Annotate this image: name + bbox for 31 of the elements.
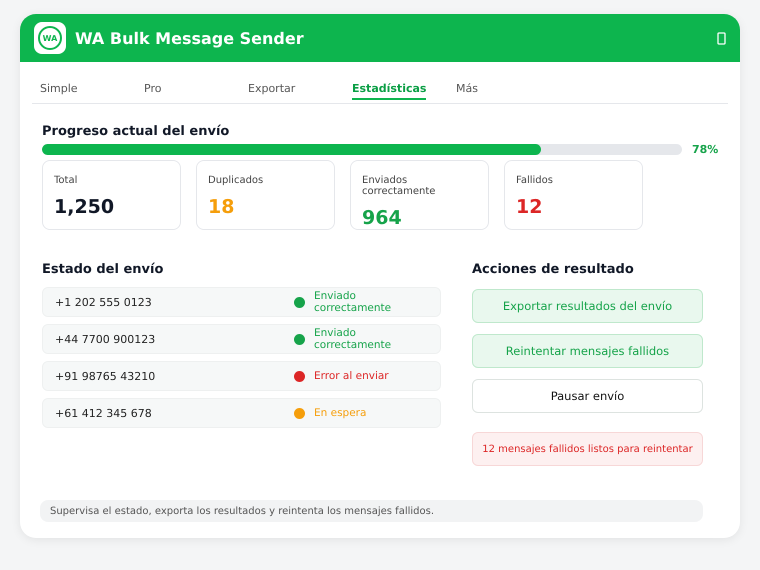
hint-bar: Supervisa el estado, exporta los resultados y reintenta los mensajes fallidos. — [40, 500, 703, 522]
tab[interactable]: Exportar — [240, 78, 344, 103]
section-title: Estado del envío — [42, 262, 164, 277]
section-title: Acciones de resultado — [472, 262, 635, 277]
status-text: Enviado correctamente — [314, 290, 392, 314]
status-text: Enviado correctamente — [314, 327, 392, 351]
app-logo: WA — [34, 22, 66, 54]
phone-number: +1 202 555 0123 — [55, 296, 153, 308]
stat-label: Enviados correctamente — [362, 175, 436, 197]
window-title: WA Bulk Message Sender — [75, 28, 305, 48]
stat-value: 18 — [208, 196, 236, 218]
stat-value: 964 — [362, 207, 403, 229]
progress-percent: 78% — [692, 143, 718, 156]
window-icon[interactable] — [717, 32, 726, 44]
tab[interactable]: Estadísticas — [344, 78, 448, 103]
action-button[interactable]: Pausar envío — [472, 379, 703, 413]
section-title: Progreso actual del envío — [42, 124, 230, 139]
status-text: Error al enviar — [314, 370, 390, 382]
tab[interactable]: Pro — [136, 78, 240, 103]
stat-label: Duplicados — [208, 175, 264, 186]
stat-value: 1,250 — [54, 196, 116, 218]
phone-number: +61 412 345 678 — [55, 406, 153, 420]
stat-value: 12 — [516, 196, 544, 218]
tab[interactable]: Simple — [32, 78, 136, 103]
phone-number: +91 98765 43210 — [55, 370, 156, 382]
status-text: En espera — [314, 407, 368, 419]
retry-notice: 12 mensajes fallidos listos para reintentar — [472, 432, 703, 466]
stat-label: Fallidos — [516, 175, 554, 186]
phone-number: +44 7700 900123 — [55, 332, 156, 346]
tab[interactable]: Más — [448, 78, 552, 103]
stat-label: Total — [54, 175, 78, 186]
